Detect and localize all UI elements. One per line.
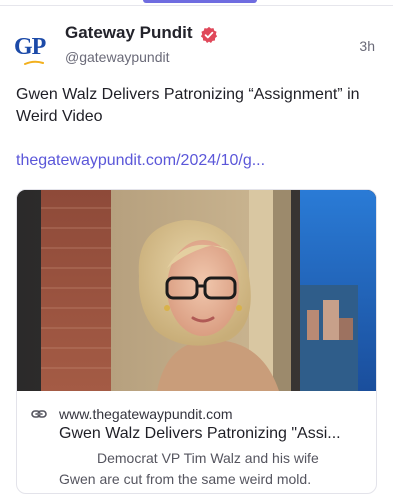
verified-badge-icon (200, 26, 218, 44)
author-name[interactable]: Gateway Pundit (65, 23, 193, 43)
avatar[interactable]: GP (14, 32, 52, 70)
post-link[interactable]: thegatewaypundit.com/2024/10/g... (16, 152, 265, 170)
link-icon (31, 410, 47, 418)
avatar-initials: GP (14, 34, 46, 60)
feed-post[interactable]: GP Gateway Pundit @gatewaypundit 3h Gwen… (0, 6, 393, 500)
preview-thumbnail (17, 190, 376, 391)
author-handle[interactable]: @gatewaypundit (65, 49, 170, 65)
active-tab-indicator (143, 0, 257, 3)
card-domain[interactable]: www.thegatewaypundit.com (59, 406, 233, 422)
post-body-text: Gwen Walz Delivers Patronizing “Assignme… (16, 86, 360, 125)
card-meta[interactable]: www.thegatewaypundit.com Gwen Walz Deliv… (17, 391, 376, 493)
card-title[interactable]: Gwen Walz Delivers Patronizing "Assi... (59, 425, 364, 443)
avatar-swoosh-icon (24, 60, 44, 65)
post-timestamp: 3h (359, 38, 375, 54)
link-preview-card[interactable]: www.thegatewaypundit.com Gwen Walz Deliv… (16, 189, 377, 494)
card-description: Democrat VP Tim Walz and his wife Gwen a… (17, 448, 376, 490)
card-description-line1: Democrat VP Tim Walz and his wife (97, 450, 319, 466)
card-description-line2: Gwen are cut from the same weird mold. (59, 471, 312, 487)
